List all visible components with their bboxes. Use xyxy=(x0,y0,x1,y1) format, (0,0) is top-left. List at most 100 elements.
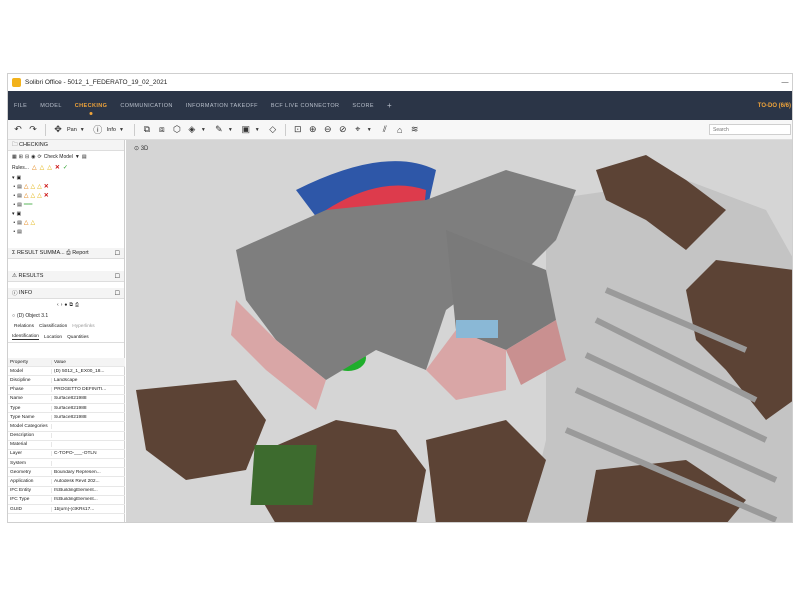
column-header-property[interactable]: Property xyxy=(8,359,52,365)
table-row[interactable]: Model Categories xyxy=(8,422,125,432)
property-value: (D) 5012_1_EX00_18... xyxy=(54,368,105,374)
menu-model[interactable]: MODEL xyxy=(40,100,62,112)
menu-score[interactable]: SCORE xyxy=(352,100,374,112)
table-row[interactable]: IFC Type IfcBuildingElement... xyxy=(8,496,125,505)
table-row[interactable]: Description xyxy=(8,432,125,441)
3d-model-view[interactable] xyxy=(126,140,793,523)
report-icon[interactable]: ⎙ xyxy=(65,250,72,257)
visibility-icon[interactable]: ◈ xyxy=(186,124,198,136)
menu-communication[interactable]: COMMUNICATION xyxy=(120,100,172,112)
toolbar-divider xyxy=(45,123,46,136)
property-value: PROGETTO DEFINITI... xyxy=(54,387,107,393)
expand-icon[interactable]: ▾ xyxy=(12,175,15,181)
table-row[interactable]: Type Name Surface821988 xyxy=(8,413,125,423)
zoom-in-icon[interactable]: ⊕ xyxy=(307,124,319,136)
ruleset-row[interactable]: ▾ ▣ xyxy=(8,209,124,218)
report-link[interactable]: Report xyxy=(72,250,89,256)
rule-row[interactable]: • ▤ ══ xyxy=(8,200,124,209)
menu-information-takeoff[interactable]: INFORMATION TAKEOFF xyxy=(186,100,258,112)
measure-icon[interactable]: ⌖ xyxy=(352,124,364,136)
tab-classification[interactable]: Classification xyxy=(39,324,67,329)
zoom-out-icon[interactable]: ⊖ xyxy=(322,124,334,136)
menu-checking[interactable]: CHECKING xyxy=(75,100,108,112)
column-header-value[interactable]: Value xyxy=(52,360,118,365)
pool xyxy=(456,320,498,338)
minimize-icon[interactable]: — xyxy=(776,79,792,86)
table-row[interactable]: Discipline Landscape xyxy=(8,376,125,386)
info-dropdown-icon[interactable]: ▼ xyxy=(119,127,124,133)
table-row[interactable]: Application Autodesk Revit 202... xyxy=(8,477,125,487)
zoom-fit-icon[interactable]: ⊡ xyxy=(292,124,304,136)
color-icon[interactable]: ● xyxy=(64,302,67,308)
search-input[interactable] xyxy=(709,124,791,135)
table-row[interactable]: Phase PROGETTO DEFINITI... xyxy=(8,386,125,395)
table-row[interactable]: System xyxy=(8,459,125,469)
ruleset-remove-icon[interactable]: ⊟ xyxy=(25,154,29,160)
pan-icon[interactable]: ✥ xyxy=(52,124,64,136)
check-model-dropdown-icon[interactable]: ▼ xyxy=(75,154,80,160)
redo-icon[interactable]: ↷ xyxy=(27,124,39,136)
box-icon[interactable]: ◇ xyxy=(267,124,279,136)
cube-view-icon[interactable]: ▣ xyxy=(240,124,252,136)
tab-identification[interactable]: Identification xyxy=(12,334,39,340)
table-row[interactable]: Material xyxy=(8,441,125,450)
ruleset-open-icon[interactable]: ▦ xyxy=(12,154,17,160)
isolate-icon[interactable]: ⬡ xyxy=(171,124,183,136)
info-icon[interactable]: ⓘ xyxy=(92,124,104,136)
section-plane-icon[interactable]: ⫽ xyxy=(379,124,391,136)
info-label[interactable]: Info xyxy=(107,127,116,133)
floor-plan-icon[interactable]: ⌂ xyxy=(394,124,406,136)
add-selection-icon[interactable]: ⧈ xyxy=(156,124,168,136)
pan-label[interactable]: Pan xyxy=(67,127,77,133)
forward-icon[interactable]: › xyxy=(61,302,63,308)
table-row[interactable]: Layer C-TOPO-___-OTLN xyxy=(8,450,125,460)
report-icon[interactable]: ▤ xyxy=(82,154,87,160)
maximize-icon[interactable]: ☐ xyxy=(115,273,120,280)
table-row[interactable]: Model (D) 5012_1_EX00_18... xyxy=(8,367,125,377)
undo-icon[interactable]: ↶ xyxy=(12,124,24,136)
check-model-icon[interactable]: ⟳ xyxy=(38,154,42,160)
tab-location[interactable]: Location xyxy=(44,335,62,340)
measure-dropdown-icon[interactable]: ▼ xyxy=(367,127,372,133)
check-model-button[interactable]: Check Model xyxy=(44,154,73,160)
menu-file[interactable]: FILE xyxy=(14,100,27,112)
bullet-icon: • xyxy=(12,201,16,208)
rule-row[interactable]: • ▤ △ △ △ ✕ xyxy=(8,191,124,200)
pan-dropdown-icon[interactable]: ▼ xyxy=(80,127,85,133)
table-row[interactable]: GUID 1b[urn]-(ctKRs17... xyxy=(8,505,125,515)
visibility-dropdown-icon[interactable]: ▼ xyxy=(201,127,206,133)
maximize-icon[interactable]: ☐ xyxy=(115,290,120,297)
maximize-icon[interactable]: ☐ xyxy=(115,250,120,257)
ruleset-add-icon[interactable]: ⊞ xyxy=(19,154,23,160)
rule-row[interactable]: • ▤ △ △ xyxy=(8,218,124,227)
back-icon[interactable]: ‹ xyxy=(57,302,59,308)
tab-hyperlinks[interactable]: Hyperlinks xyxy=(72,324,94,329)
selection-basket-icon[interactable]: ⧉ xyxy=(141,124,153,136)
object-icon: ○ xyxy=(12,312,16,319)
3d-viewport[interactable]: ⊙ 3D xyxy=(126,140,793,523)
cube-dropdown-icon[interactable]: ▼ xyxy=(255,127,260,133)
view-mode-label[interactable]: ⊙ 3D xyxy=(134,145,148,152)
paint-dropdown-icon[interactable]: ▼ xyxy=(228,127,233,133)
bullet-icon: • xyxy=(12,192,16,199)
ruleset-settings-icon[interactable]: ◉ xyxy=(31,154,35,160)
copy-icon[interactable]: ⧉ xyxy=(69,302,73,308)
ruleset-row[interactable]: ▾ ▣ xyxy=(8,173,124,182)
table-row[interactable]: IFC Entity IfcBuildingElement... xyxy=(8,487,125,496)
zoom-window-icon[interactable]: ⊘ xyxy=(337,124,349,136)
layers-icon[interactable]: ≋ xyxy=(409,124,421,136)
paint-icon[interactable]: ✎ xyxy=(213,124,225,136)
table-row[interactable]: Name Surface821988 xyxy=(8,395,125,404)
tab-relations[interactable]: Relations xyxy=(14,324,34,329)
info-nav: ‹ › ● ⧉ ⎙ xyxy=(8,299,124,310)
rule-row[interactable]: • ▤ △ △ △ ✕ xyxy=(8,182,124,191)
menu-bcf-live-connector[interactable]: BCF LIVE CONNECTOR xyxy=(271,100,340,112)
expand-icon[interactable]: ▾ xyxy=(12,211,15,217)
tab-quantities[interactable]: Quantities xyxy=(67,335,89,340)
add-view-button[interactable]: + xyxy=(387,101,392,110)
rule-row[interactable]: • ▤ xyxy=(8,227,124,236)
export-icon[interactable]: ⎙ xyxy=(75,302,79,308)
table-row[interactable]: Type Surface821988 xyxy=(8,404,125,414)
todo-button[interactable]: TO-DO (6/6) xyxy=(758,103,791,109)
table-row[interactable]: Geometry Boundary Represen... xyxy=(8,468,125,478)
